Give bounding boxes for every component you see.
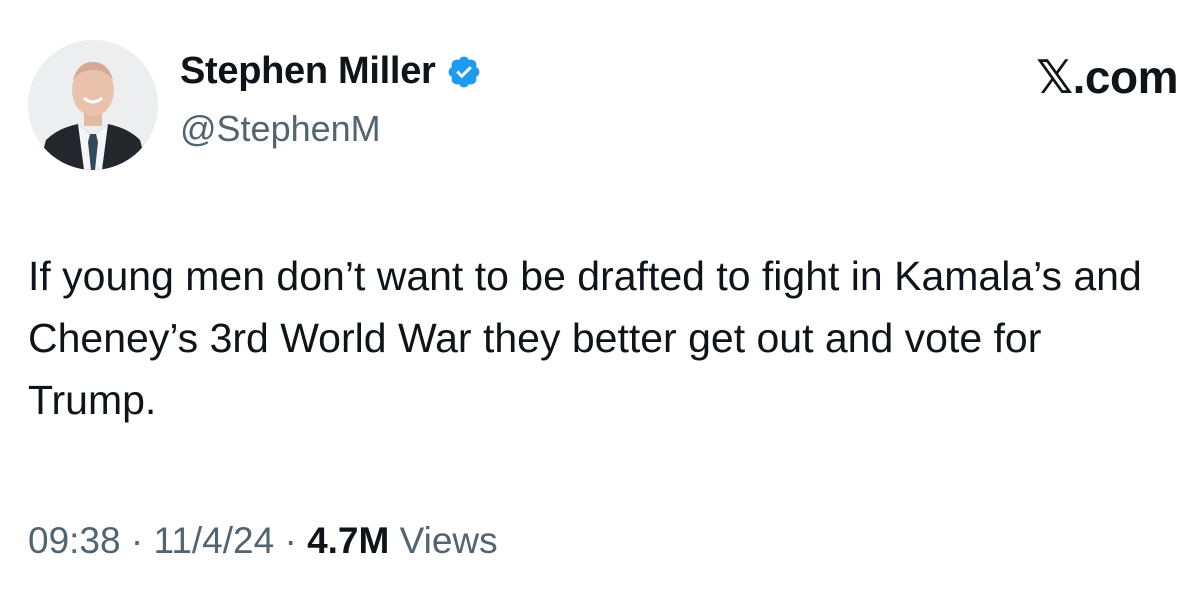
brand-logo: 𝕏.com [1036,51,1178,103]
views-count: 4.7M [307,520,390,561]
tweet-meta: 09:38 · 11/4/24 · 4.7M Views [28,520,498,562]
avatar-image [28,40,158,170]
meta-separator: · [130,520,144,561]
tweet-time[interactable]: 09:38 [28,520,121,561]
tweet-date[interactable]: 11/4/24 [153,520,274,561]
meta-separator: · [284,520,297,561]
author-handle[interactable]: @StephenM [180,108,381,150]
verified-badge-icon [446,54,482,90]
tweet-text: If young men don’t want to be drafted to… [28,253,1142,423]
avatar[interactable] [28,40,158,170]
tweet-card: Stephen Miller @StephenM 𝕏.com If young … [0,0,1200,593]
author-display-name[interactable]: Stephen Miller [180,50,436,93]
views-label: Views [399,520,498,561]
author-name-row: Stephen Miller [180,50,482,93]
